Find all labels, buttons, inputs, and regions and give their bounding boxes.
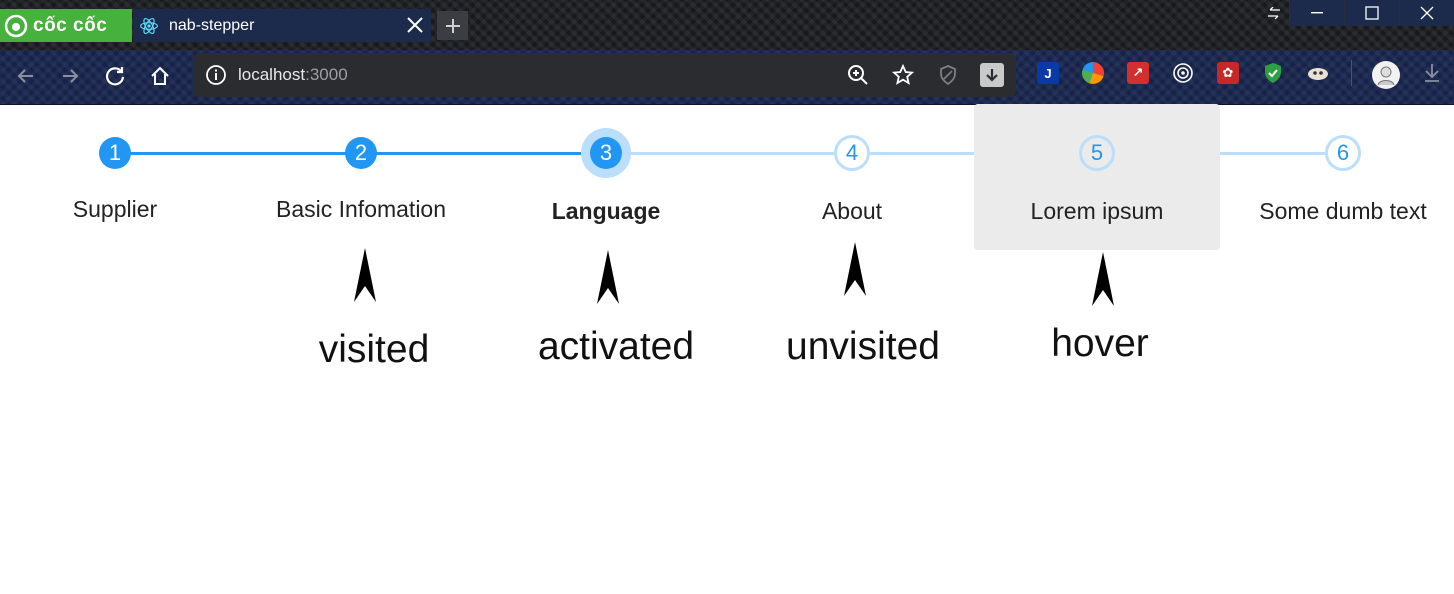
info-icon[interactable] <box>205 64 227 86</box>
extension-chart-icon[interactable] <box>1082 62 1104 84</box>
extension-target-icon[interactable] <box>1172 62 1194 84</box>
arrow-up-icon <box>844 242 866 296</box>
download-icon[interactable] <box>980 63 1004 87</box>
window-controls <box>1259 0 1454 30</box>
downloads-icon[interactable] <box>1421 62 1443 84</box>
url-host: localhost <box>238 65 306 84</box>
coccoc-logo-icon <box>4 14 28 37</box>
forward-icon <box>63 69 79 83</box>
home-button[interactable] <box>145 61 175 91</box>
step-number-badge: 3 <box>581 128 631 178</box>
new-tab-button[interactable] <box>437 11 468 40</box>
step-language[interactable]: 3 Language <box>483 104 729 250</box>
zoom-icon[interactable] <box>846 63 870 87</box>
address-bar[interactable]: localhost:3000 <box>193 53 1016 97</box>
extension-j-icon[interactable]: J <box>1037 62 1059 84</box>
minimize-button[interactable] <box>1289 0 1344 26</box>
step-number-badge: 5 <box>1079 135 1115 171</box>
step-about[interactable]: 4 About <box>729 104 975 250</box>
restore-layout-icon[interactable] <box>1259 0 1289 26</box>
extension-mascot-icon[interactable] <box>1307 62 1329 84</box>
url-text[interactable]: localhost:3000 <box>238 65 348 85</box>
arrow-up-icon <box>354 248 376 302</box>
react-icon <box>140 17 158 34</box>
step-number-badge: 6 <box>1325 135 1361 171</box>
tab-title: nab-stepper <box>169 16 255 34</box>
maximize-icon <box>1365 6 1379 20</box>
browser-tab[interactable]: nab-stepper <box>133 9 431 42</box>
annotation-visited: visited <box>318 328 430 371</box>
maximize-button[interactable] <box>1344 0 1399 26</box>
shield-icon[interactable] <box>936 63 960 87</box>
url-port: :3000 <box>305 65 348 84</box>
back-icon <box>17 69 33 83</box>
extension-arrow-icon[interactable]: ↗ <box>1127 62 1149 84</box>
annotation-activated: activated <box>537 325 695 368</box>
arrow-up-icon <box>1092 252 1114 306</box>
extension-puzzle-icon[interactable]: ✿ <box>1217 62 1239 84</box>
step-label: Language <box>551 198 661 224</box>
profile-avatar[interactable] <box>1372 61 1400 89</box>
step-label: Basic Infomation <box>275 196 447 222</box>
reload-button[interactable] <box>100 61 130 91</box>
step-number-badge: 1 <box>99 137 131 169</box>
extension-shield-icon[interactable] <box>1262 62 1284 84</box>
browser-brand-button[interactable]: cốc cốc <box>0 9 132 42</box>
browser-titlebar: cốc cốc nab-stepper <box>0 0 1454 50</box>
tab-close-icon[interactable] <box>403 13 427 37</box>
avatar-icon <box>1377 66 1395 86</box>
step-number-badge: 2 <box>345 137 377 169</box>
close-icon <box>1420 6 1434 20</box>
step-lorem-ipsum[interactable]: 5 Lorem ipsum <box>974 104 1220 250</box>
close-window-button[interactable] <box>1399 0 1454 26</box>
step-label: Some dumb text <box>1259 198 1427 224</box>
step-label: Lorem ipsum <box>1030 198 1164 224</box>
annotation-unvisited: unvisited <box>786 325 940 368</box>
stepper: 1 Supplier 2 Basic Infomation 3 Language… <box>0 104 1454 264</box>
step-label: Supplier <box>72 196 158 222</box>
star-icon[interactable] <box>891 63 915 87</box>
minimize-icon <box>1311 12 1323 14</box>
step-number: 3 <box>590 137 622 169</box>
step-some-dumb-text[interactable]: 6 Some dumb text <box>1220 104 1454 250</box>
step-label: About <box>821 198 883 224</box>
arrow-up-icon <box>597 250 619 304</box>
plus-icon <box>445 18 460 33</box>
step-supplier[interactable]: 1 Supplier <box>0 104 238 250</box>
back-button[interactable] <box>11 61 41 91</box>
browser-brand-label: cốc cốc <box>33 14 108 36</box>
forward-button[interactable] <box>55 61 85 91</box>
toolbar-separator <box>1351 60 1352 86</box>
annotation-hover: hover <box>1051 322 1149 365</box>
step-basic-information[interactable]: 2 Basic Infomation <box>238 104 484 250</box>
reload-icon <box>105 67 125 86</box>
home-icon <box>151 66 169 85</box>
step-number-badge: 4 <box>834 135 870 171</box>
